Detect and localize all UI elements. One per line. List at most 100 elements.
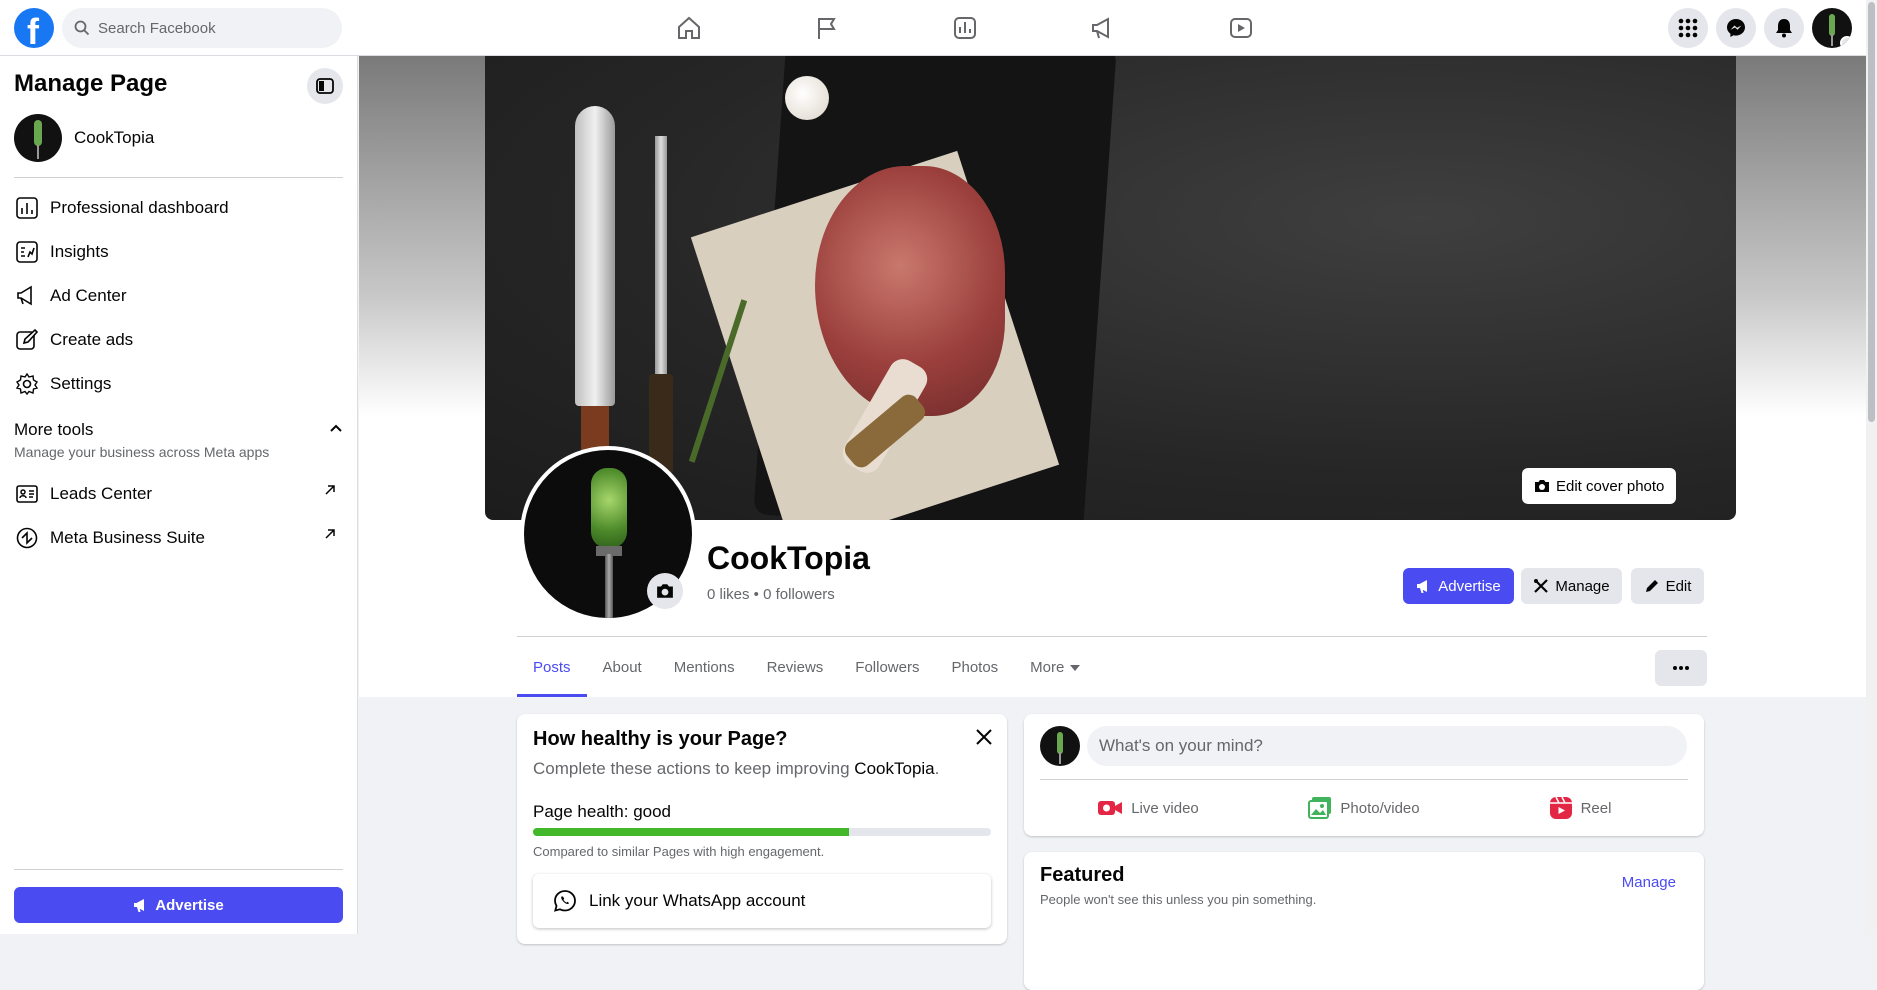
messenger-button[interactable] (1716, 8, 1756, 48)
menu-button[interactable] (1668, 8, 1708, 48)
collapse-sidebar-button[interactable] (307, 68, 343, 104)
featured-subtitle: People won't see this unless you pin som… (1040, 892, 1317, 907)
tab-label: Photos (951, 659, 999, 676)
sidebar-page-switcher[interactable]: CookTopia (14, 114, 154, 162)
scrollbar-thumb[interactable] (1868, 2, 1875, 422)
page-scrollbar[interactable] (1866, 0, 1877, 934)
dashboard-icon (16, 197, 38, 219)
menu-grid-icon (1678, 18, 1698, 38)
featured-title: Featured (1040, 864, 1125, 886)
search-box[interactable] (62, 8, 342, 48)
gear-icon (16, 373, 38, 395)
featured-manage-link[interactable]: Manage (1622, 874, 1676, 891)
sidebar-item-insights[interactable]: Insights (14, 232, 344, 272)
nav-ads[interactable] (1034, 0, 1172, 56)
composer-actions: Live video Photo/video Reel (1040, 786, 1688, 830)
sidebar-item-label: Meta Business Suite (50, 528, 205, 547)
edit-button[interactable]: Edit (1631, 568, 1704, 604)
featured-card: Featured People won't see this unless yo… (1024, 852, 1704, 990)
manage-button[interactable]: Manage (1521, 568, 1622, 604)
page-avatar (14, 114, 62, 162)
sidebar-item-label: Professional dashboard (50, 198, 229, 217)
megaphone-icon (1417, 580, 1428, 593)
home-icon (678, 16, 700, 39)
messenger-icon (1727, 19, 1745, 37)
composer-input[interactable]: What's on your mind? (1087, 726, 1687, 766)
megaphone-icon (1092, 17, 1109, 39)
edit-cover-photo-label: Edit cover photo (1556, 477, 1665, 495)
sidebar-bottom-divider (14, 869, 343, 870)
reel-button[interactable]: Reel (1472, 786, 1688, 830)
nav-home[interactable] (620, 0, 758, 56)
photo-video-label: Photo/video (1340, 799, 1420, 817)
nav-insights[interactable] (896, 0, 1034, 56)
sidebar-item-label: Leads Center (50, 484, 153, 503)
post-composer: What's on your mind? Live video Photo/vi… (1024, 714, 1704, 836)
sidebar-advertise-label: Advertise (155, 896, 224, 914)
tab-photos[interactable]: Photos (935, 638, 1014, 697)
sidebar-page-name: CookTopia (74, 128, 155, 147)
page-health-progress-fill (533, 828, 850, 836)
tab-followers[interactable]: Followers (839, 638, 935, 697)
page-stats[interactable]: 0 likes • 0 followers (707, 586, 835, 603)
sidebar-item-professional-dashboard[interactable]: Professional dashboard (14, 188, 344, 228)
page-health-progress (533, 828, 991, 836)
more-tools-title: More tools (14, 420, 94, 439)
close-health-card-button[interactable] (975, 728, 993, 746)
more-options-button[interactable] (1655, 650, 1707, 686)
sidebar-item-meta-business-suite[interactable]: Meta Business Suite (14, 518, 344, 558)
sidebar-item-create-ads[interactable]: Create ads (14, 320, 344, 360)
update-profile-picture-button[interactable] (647, 573, 683, 609)
caret-down-icon (1070, 664, 1081, 671)
nav-pages[interactable] (758, 0, 896, 56)
link-whatsapp-button[interactable]: Link your WhatsApp account (533, 874, 991, 928)
manage-label: Manage (1555, 577, 1610, 595)
sidebar-title: Manage Page (14, 70, 168, 97)
tab-posts[interactable]: Posts (517, 638, 587, 697)
page-main-content: Edit cover photo CookTopia 0 likes • 0 f… (359, 56, 1866, 990)
whatsapp-icon (554, 890, 576, 912)
sidebar-item-ad-center[interactable]: Ad Center (14, 276, 344, 316)
facebook-logo-letter: f (27, 11, 39, 52)
tab-about[interactable]: About (587, 638, 658, 697)
meta-icon (16, 527, 38, 549)
header-divider (517, 636, 1707, 637)
cover-photo[interactable]: Edit cover photo (485, 56, 1736, 520)
notifications-button[interactable] (1764, 8, 1804, 48)
composer-avatar[interactable] (1040, 726, 1080, 766)
manage-page-sidebar: Manage Page CookTopia Professional dashb… (0, 56, 358, 934)
tab-label: Mentions (673, 659, 735, 676)
avatar-image (1829, 14, 1835, 36)
link-whatsapp-label: Link your WhatsApp account (589, 891, 806, 910)
health-comparison-text: Compared to similar Pages with high enga… (533, 844, 825, 859)
advertise-button[interactable]: Advertise (1403, 568, 1514, 604)
search-input[interactable] (98, 19, 318, 37)
more-tools-section[interactable]: More tools Manage your business across M… (14, 420, 344, 460)
sidebar-item-label: Create ads (50, 330, 134, 349)
sidebar-item-leads-center[interactable]: Leads Center (14, 474, 344, 514)
tab-reviews[interactable]: Reviews (751, 638, 840, 697)
facebook-logo[interactable]: f (14, 8, 54, 52)
tab-label: Reviews (766, 659, 824, 676)
nav-video[interactable] (1172, 0, 1310, 56)
reel-label: Reel (1580, 799, 1612, 817)
photo-video-button[interactable]: Photo/video (1256, 786, 1472, 830)
page-health-card: How healthy is your Page? Complete these… (517, 714, 1007, 944)
health-card-title: How healthy is your Page? (533, 728, 788, 750)
top-navigation-bar: f (0, 0, 1866, 56)
edit-cover-photo-button[interactable]: Edit cover photo (1522, 468, 1677, 504)
account-controls (1668, 8, 1852, 48)
reel-icon (1549, 796, 1572, 819)
camera-icon (657, 584, 673, 598)
page-health-label: Page health: good (533, 802, 672, 821)
external-link-icon (325, 485, 335, 495)
flag-icon (818, 18, 836, 39)
tab-mentions[interactable]: Mentions (658, 638, 751, 697)
tab-more[interactable]: More (1014, 638, 1096, 697)
sidebar-item-settings[interactable]: Settings (14, 364, 344, 404)
sidebar-advertise-button[interactable]: Advertise (14, 887, 343, 923)
external-link-icon (325, 529, 335, 539)
pencil-icon (16, 329, 38, 350)
account-avatar[interactable] (1812, 8, 1852, 48)
live-video-button[interactable]: Live video (1040, 786, 1256, 830)
